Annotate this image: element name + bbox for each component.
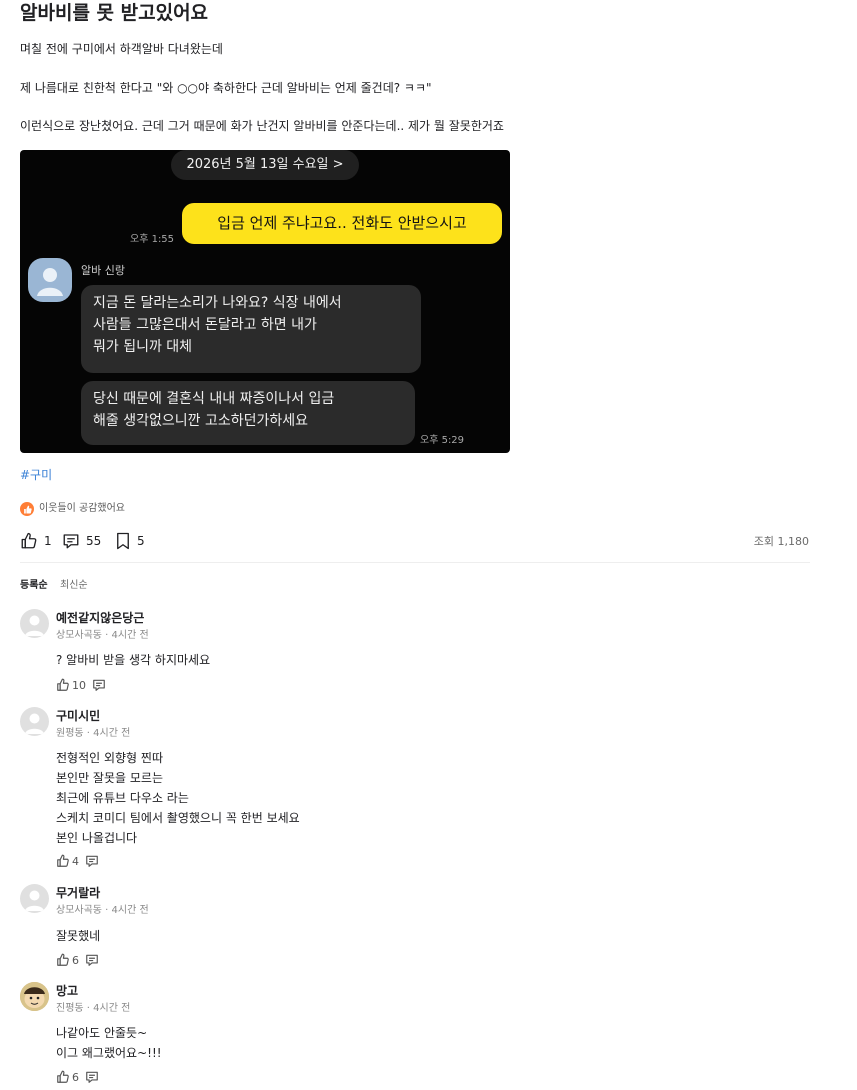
thumbs-up-icon xyxy=(57,854,69,867)
thumbs-up-icon xyxy=(57,1070,69,1083)
comment-meta: 원평동 · 4시간 전 xyxy=(56,728,131,739)
comment-like-button[interactable]: 10 xyxy=(56,678,86,692)
comment-like-count: 6 xyxy=(72,953,79,967)
reaction-text: 이웃들이 공감했어요 xyxy=(39,503,125,514)
thumbs-up-icon xyxy=(57,678,69,691)
comment-meta: 상모사곡동 · 4시간 전 xyxy=(56,630,149,641)
bookmark-icon xyxy=(117,532,129,550)
comment-like-button[interactable]: 4 xyxy=(56,854,79,868)
comment-line: 나같아도 안줄듯~ xyxy=(56,1026,148,1040)
comment-actions: 6 xyxy=(56,1070,99,1084)
chat-line: 당신 때문에 결혼식 내내 짜증이나서 입금 xyxy=(93,391,335,407)
avatar[interactable] xyxy=(20,609,49,638)
chat-my-message: 입금 언제 주냐고요.. 전화도 안받으시고 xyxy=(182,203,502,244)
avatar[interactable] xyxy=(20,982,49,1011)
comment-actions: 4 xyxy=(56,854,99,868)
bookmark-button[interactable]: 5 xyxy=(115,532,145,550)
thumbs-up-icon xyxy=(21,532,37,549)
thumbs-up-icon xyxy=(57,953,69,966)
comment-like-button[interactable]: 6 xyxy=(56,953,79,967)
view-count: 조회 1,180 xyxy=(753,535,809,548)
comment-icon xyxy=(63,534,79,549)
divider xyxy=(20,562,810,563)
post-paragraph-1: 며칠 전에 구미에서 하객알바 다녀왔는데 xyxy=(20,42,223,56)
post-paragraph-3: 이런식으로 장난쳤어요. 근데 그거 때문에 화가 난건지 알바비를 안준다는데… xyxy=(20,119,504,133)
comment-author[interactable]: 구미시민 xyxy=(56,708,100,724)
chat-other-message-2: 당신 때문에 결혼식 내내 짜증이나서 입금 해줄 생각없으니깐 고소하던가하세… xyxy=(81,381,415,445)
chat-line: 해줄 생각없으니깐 고소하던가하세요 xyxy=(93,413,308,429)
comment-author[interactable]: 망고 xyxy=(56,983,78,999)
comment-line: 스케치 코미디 팀에서 촬영했으니 꼭 한번 보세요 xyxy=(56,811,300,825)
comment-like-count: 4 xyxy=(72,854,79,868)
thumbs-up-reaction-icon xyxy=(20,502,34,516)
comment-author[interactable]: 예전같지않은당근 xyxy=(56,610,144,626)
chat-line: 지금 돈 달라는소리가 나와요? 식장 내에서 xyxy=(93,295,342,311)
avatar[interactable] xyxy=(20,707,49,736)
comment-like-count: 10 xyxy=(72,678,86,692)
comment-line: ? 알바비 받을 생각 하지마세요 xyxy=(56,653,211,667)
like-button[interactable]: 1 xyxy=(20,532,52,550)
comment-actions: 6 xyxy=(56,953,99,967)
reply-icon[interactable] xyxy=(85,854,99,868)
avatar[interactable] xyxy=(20,884,49,913)
chat-other-message-1: 지금 돈 달라는소리가 나와요? 식장 내에서 사람들 그많은대서 돈달라고 하… xyxy=(81,285,421,373)
chat-my-time: 오후 1:55 xyxy=(130,234,175,245)
comment-like-count: 6 xyxy=(72,1070,79,1084)
sort-registered-tab[interactable]: 등록순 xyxy=(20,579,48,593)
comment-line: 본인 나올겁니다 xyxy=(56,831,138,845)
comment-meta: 상모사곡동 · 4시간 전 xyxy=(56,905,149,916)
comment-meta: 진평동 · 4시간 전 xyxy=(56,1003,131,1014)
comment-count: 55 xyxy=(86,534,102,548)
comment-line: 전형적인 외향형 찐따 xyxy=(56,751,163,765)
chat-line: 사람들 그많은대서 돈달라고 하면 내가 xyxy=(93,317,317,333)
hashtag-link[interactable]: #구미 xyxy=(20,467,52,483)
reply-icon[interactable] xyxy=(85,1070,99,1084)
reaction-summary[interactable]: 이웃들이 공감했어요 xyxy=(20,501,125,517)
chat-sender-name: 알바 신랑 xyxy=(81,264,125,277)
comment-line: 잘못했네 xyxy=(56,929,101,943)
post-title: 알바비를 못 받고있어요 xyxy=(20,2,209,24)
chat-other-time: 오후 5:29 xyxy=(420,435,465,446)
bookmark-count: 5 xyxy=(137,534,145,548)
comment-line: 최근에 유튜브 다우소 라는 xyxy=(56,791,189,805)
chat-avatar-icon xyxy=(28,258,72,302)
reply-icon[interactable] xyxy=(85,953,99,967)
chat-screenshot[interactable]: 2026년 5월 13일 수요일 > 오후 1:55 입금 언제 주냐고요.. … xyxy=(20,150,510,453)
chat-date-pill: 2026년 5월 13일 수요일 > xyxy=(171,150,359,180)
comment-author[interactable]: 무거랄라 xyxy=(56,885,100,901)
comment-like-button[interactable]: 6 xyxy=(56,1070,79,1084)
post-paragraph-2: 제 나름대로 친한척 한다고 "와 ○○야 축하한다 근데 알바비는 언제 줄건… xyxy=(20,81,432,95)
comment-actions: 10 xyxy=(56,678,106,692)
chat-line: 뭐가 됩니까 대체 xyxy=(93,339,193,355)
sort-latest-tab[interactable]: 최신순 xyxy=(60,579,88,593)
comment-line: 이그 왜그랬어요~!!! xyxy=(56,1046,162,1060)
like-count: 1 xyxy=(44,534,52,548)
comment-count-button[interactable]: 55 xyxy=(62,532,101,550)
reply-icon[interactable] xyxy=(92,678,106,692)
comment-line: 본인만 잘못을 모르는 xyxy=(56,771,163,785)
